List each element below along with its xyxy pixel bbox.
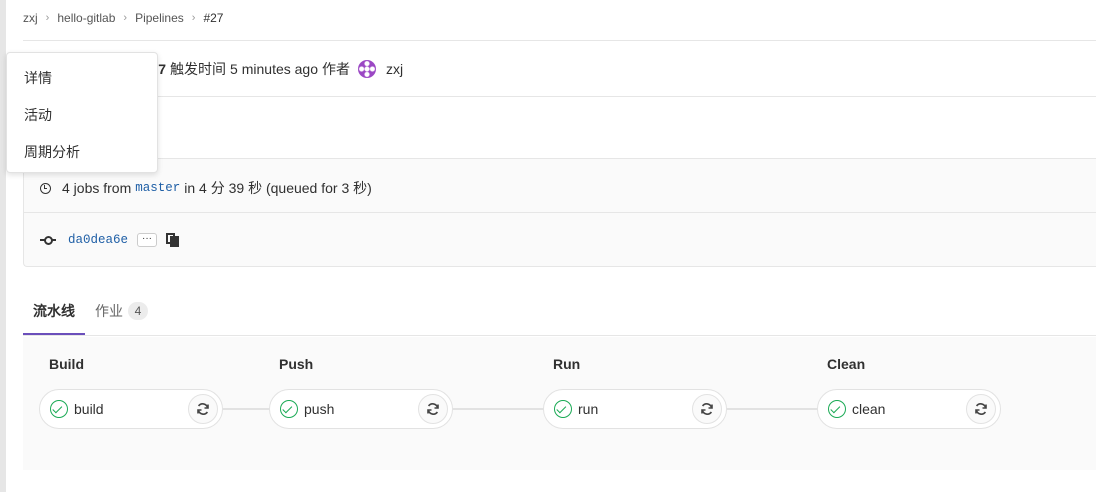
stage-title-build: Build [49, 356, 84, 372]
retry-icon [427, 403, 439, 415]
retry-icon [975, 403, 987, 415]
divider [23, 335, 1096, 336]
avatar[interactable] [358, 60, 376, 78]
job-name: build [74, 401, 104, 417]
retry-button[interactable] [418, 394, 448, 424]
chevron-right-icon: › [191, 12, 196, 24]
menu-item-details[interactable]: 详情 [24, 68, 52, 88]
divider [23, 40, 1096, 41]
check-circle-icon [50, 400, 68, 418]
pipeline-graph: Build build Push push Run run Clean clea… [23, 337, 1096, 470]
branch-link[interactable]: master [135, 181, 180, 195]
job-run[interactable]: run [543, 389, 727, 429]
time-ago: 5 minutes ago [230, 61, 318, 77]
author-name[interactable]: zxj [386, 61, 403, 77]
job-clean[interactable]: clean [817, 389, 1001, 429]
chevron-right-icon: › [123, 12, 128, 24]
breadcrumb-item-namespace[interactable]: zxj [23, 11, 38, 25]
tab-pipeline[interactable]: 流水线 [33, 301, 75, 321]
breadcrumb: zxj › hello-gitlab › Pipelines › #27 [23, 10, 223, 26]
tab-jobs[interactable]: 作业 4 [95, 301, 148, 321]
breadcrumb-item-project[interactable]: hello-gitlab [57, 11, 115, 25]
stage-connector [223, 408, 271, 410]
job-name: run [578, 401, 599, 417]
retry-button[interactable] [692, 394, 722, 424]
retry-icon [701, 403, 713, 415]
stage-title-push: Push [279, 356, 314, 372]
job-push[interactable]: push [269, 389, 453, 429]
jobs-count-badge: 4 [128, 302, 148, 320]
chevron-right-icon: › [45, 12, 50, 24]
author-label: 作者 [322, 61, 350, 77]
retry-button[interactable] [188, 394, 218, 424]
duration-text: in 4 分 39 秒 (queued for 3 秒) [184, 180, 372, 196]
commit-icon [40, 235, 56, 245]
pipeline-jobs-summary: 4 jobs from master in 4 分 39 秒 (queued f… [40, 178, 372, 198]
job-name: clean [852, 401, 886, 417]
commit-row: da0dea6e ··· [40, 233, 180, 247]
divider [24, 212, 1096, 213]
dropdown-menu: 详情 活动 周期分析 [6, 52, 158, 173]
commit-sha-link[interactable]: da0dea6e [68, 233, 128, 247]
pipeline-tabs: 流水线 作业 4 [23, 296, 1096, 336]
stage-connector [727, 408, 819, 410]
check-circle-icon [828, 400, 846, 418]
check-circle-icon [554, 400, 572, 418]
divider [23, 96, 1096, 97]
retry-icon [197, 403, 209, 415]
clock-icon [40, 182, 51, 194]
stage-title-clean: Clean [827, 356, 866, 372]
copy-icon[interactable] [166, 233, 180, 247]
tab-jobs-label: 作业 [95, 303, 123, 319]
stage-connector [453, 408, 545, 410]
triggered-label: 触发时间 [170, 61, 227, 77]
retry-button[interactable] [966, 394, 996, 424]
toggle-commit-message-button[interactable]: ··· [137, 233, 158, 247]
pipeline-info-box: 4 jobs from master in 4 分 39 秒 (queued f… [23, 158, 1096, 267]
jobs-count-text: 4 jobs from [62, 180, 132, 196]
breadcrumb-item-pipelines[interactable]: Pipelines [135, 11, 184, 25]
breadcrumb-item-current[interactable]: #27 [203, 11, 223, 25]
check-circle-icon [280, 400, 298, 418]
stage-title-run: Run [553, 356, 581, 372]
job-name: push [304, 401, 335, 417]
menu-item-activity[interactable]: 活动 [24, 105, 52, 125]
job-build[interactable]: build [39, 389, 223, 429]
menu-item-cycle-analytics[interactable]: 周期分析 [24, 142, 80, 162]
